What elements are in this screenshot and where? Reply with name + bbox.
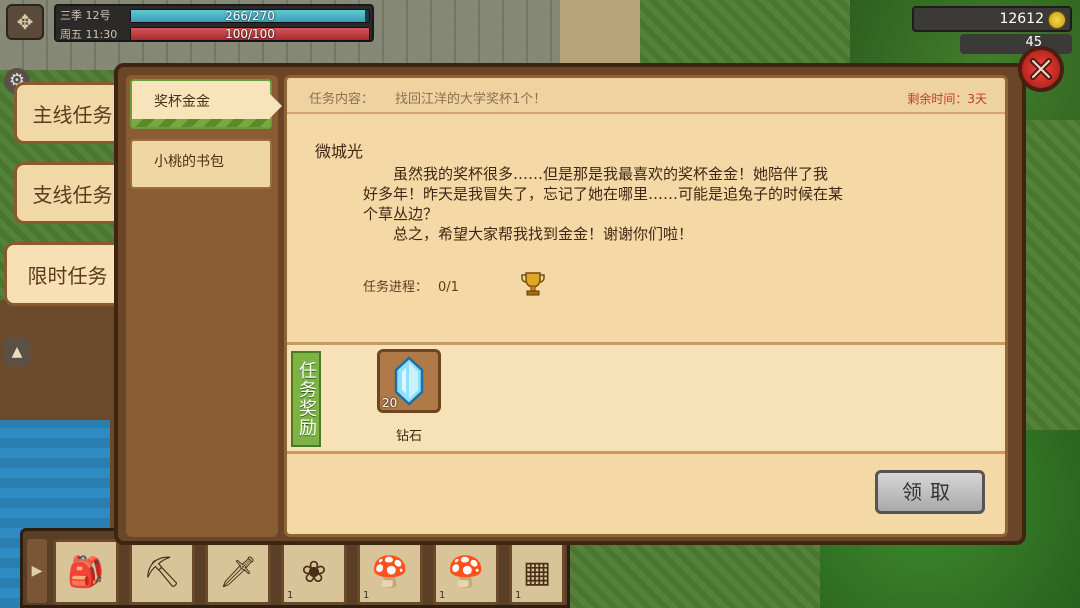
selection-pointer: [270, 94, 282, 118]
energy-value: 100/100: [225, 27, 275, 41]
dirt-path: [560, 0, 640, 70]
tab-label: 限时任务: [27, 263, 108, 288]
day-time: 周五 11:30: [60, 28, 118, 41]
time-remaining: 剩余时间：3天: [907, 92, 987, 106]
reward-name: 钻石: [395, 429, 422, 444]
tab-side-quest[interactable]: 支线任务: [14, 162, 128, 224]
quest-title: 奖杯金金: [154, 94, 210, 110]
quest-header: 任务内容： 找回江洋的大学奖杯1个！ 剩余时间：3天: [287, 78, 1005, 114]
toolbar-slot[interactable]: ⛏: [129, 539, 195, 605]
quest-title: 小桃的书包: [154, 154, 224, 170]
content-text: 找回江洋的大学奖杯1个！: [395, 92, 547, 107]
sword-icon: 🗡: [218, 554, 258, 590]
toolbar-slot[interactable]: 🎒: [53, 539, 119, 605]
quest-list: 奖杯金金 小桃的书包: [126, 75, 282, 537]
content-label: 任务内容：: [309, 92, 375, 107]
player-status: 三季 12号 周五 11:30 266/270 100/100: [54, 4, 374, 42]
chevron-right-icon: ▶: [31, 563, 43, 579]
gold-value: 12612: [999, 11, 1044, 27]
coin-icon: [1048, 11, 1066, 29]
story-line: 总之，希望大家帮我找到金金！谢谢你们啦！: [393, 225, 694, 243]
toolbar-toggle-button[interactable]: ▶: [27, 539, 47, 603]
toolbar-slot[interactable]: 🗡: [205, 539, 271, 605]
health-bar: 266/270: [130, 9, 370, 23]
close-button[interactable]: [1018, 46, 1064, 92]
mushroom-icon: 🍄: [447, 554, 485, 590]
toolbar-slot[interactable]: ❀ 1: [281, 539, 347, 605]
slot-count: 1: [287, 590, 294, 601]
lavender-icon: ❀: [301, 554, 327, 590]
quest-giver: 微城光: [315, 142, 364, 161]
quest-detail-panel: 任务内容： 找回江洋的大学奖杯1个！ 剩余时间：3天 微城光 虽然我的奖杯很多……: [284, 75, 1008, 537]
health-value: 266/270: [225, 9, 275, 23]
quest-dialog: 奖杯金金 小桃的书包 任务内容： 找回江洋的大学奖杯1个！ 剩余时间：3天 微城…: [114, 63, 1026, 545]
toolbar-slot[interactable]: 🍄 1: [357, 539, 423, 605]
slot-count: 1: [515, 590, 522, 601]
chest-icon: ▦: [522, 554, 552, 590]
story-line: 个草丛边？: [363, 205, 439, 223]
expand-up-button[interactable]: ▲: [4, 338, 30, 366]
toolbar-slot[interactable]: ▦ 1: [509, 539, 565, 605]
gold-counter: 12612: [912, 6, 1072, 32]
slot-count: 1: [439, 590, 446, 601]
tab-limited-quest[interactable]: 限时任务: [4, 242, 128, 306]
toolbar-slot[interactable]: 🍄 1: [433, 539, 499, 605]
mushroom-icon: 🍄: [371, 554, 409, 590]
quest-list-item[interactable]: 奖杯金金: [130, 79, 282, 129]
backpack-icon: 🎒: [67, 554, 105, 590]
quest-story: 虽然我的奖杯很多……但是那是我最喜欢的奖杯金金！她陪伴了我 好多年！昨天是我冒失…: [363, 164, 923, 244]
energy-bar: 100/100: [130, 27, 370, 41]
slot-count: 1: [363, 590, 370, 601]
reward-item-slot[interactable]: 20: [377, 349, 441, 413]
season-date: 三季 12号: [60, 9, 111, 22]
tab-label: 主线任务: [32, 102, 113, 127]
tab-main-quest[interactable]: 主线任务: [14, 82, 128, 144]
reward-label: 任务奖励: [291, 351, 321, 447]
reward-count: 20: [382, 396, 398, 410]
arrow-up-icon: ▲: [11, 344, 23, 360]
progress-value: 0/1: [438, 280, 459, 295]
reward-section: 任务奖励 20 钻石: [287, 342, 1005, 454]
claim-button[interactable]: 领取: [875, 470, 985, 514]
trophy-icon: [521, 272, 545, 296]
close-icon: [1030, 58, 1052, 80]
story-line: 虽然我的奖杯很多……但是那是我最喜欢的奖杯金金！她陪伴了我: [393, 165, 829, 183]
quest-progress: 任务进程： 0/1: [363, 276, 459, 295]
tab-label: 支线任务: [32, 182, 113, 207]
hoe-icon: ⛏: [142, 554, 182, 590]
story-line: 好多年！昨天是我冒失了，忘记了她在哪里……可能是追兔子的时候在某: [363, 185, 844, 203]
compass-icon: ✥: [16, 10, 34, 34]
quest-list-item[interactable]: 小桃的书包: [130, 139, 272, 189]
map-button[interactable]: ✥: [6, 4, 44, 40]
progress-label: 任务进程：: [363, 280, 429, 295]
